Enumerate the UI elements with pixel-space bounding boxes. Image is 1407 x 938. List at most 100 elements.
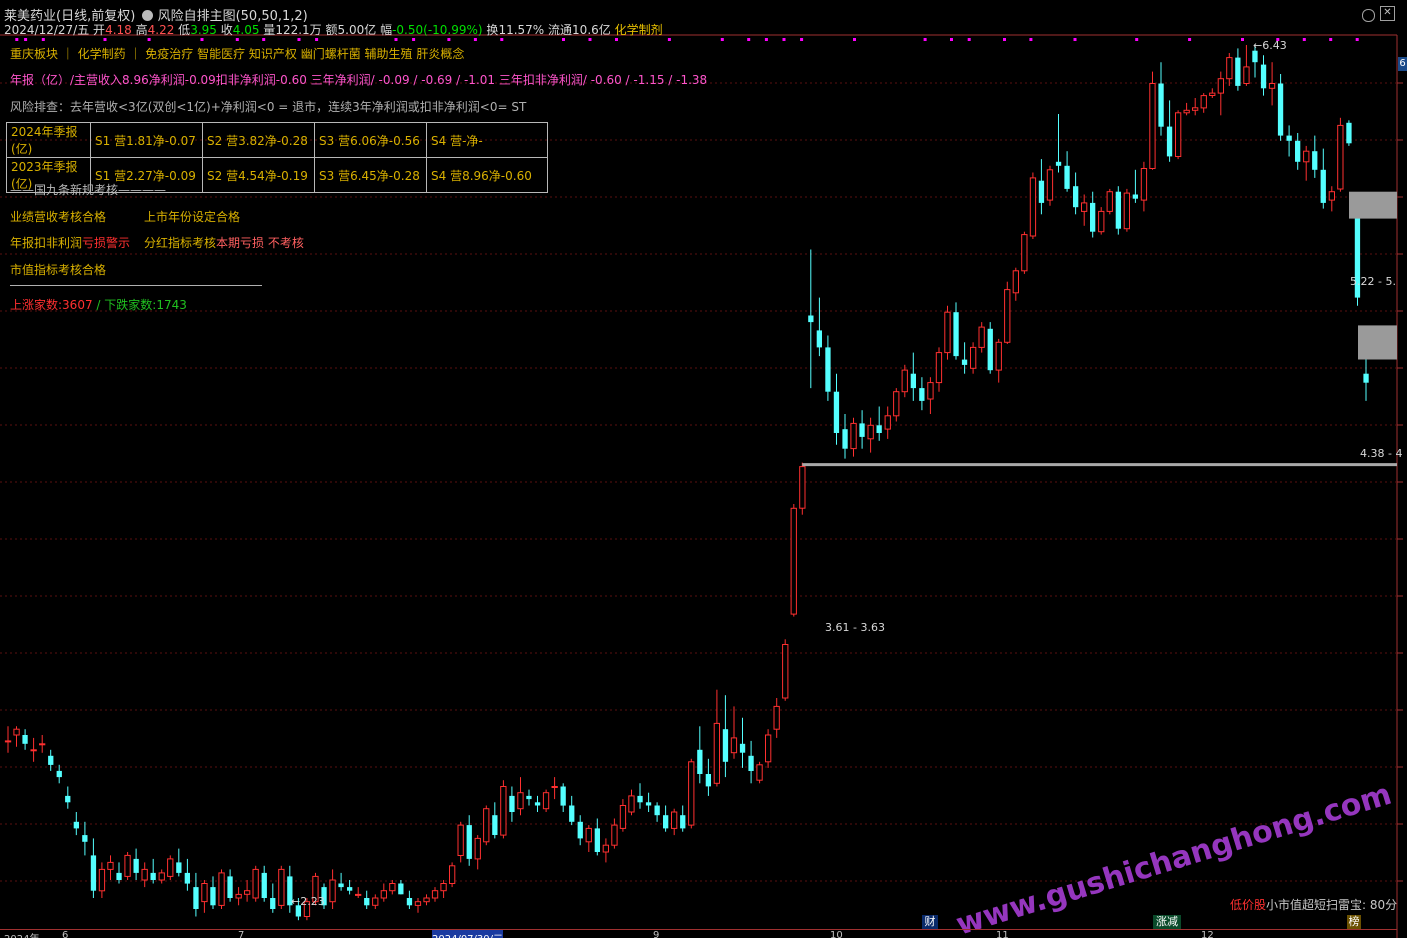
- candle: [1209, 92, 1216, 96]
- signal-dot: [1302, 38, 1306, 41]
- candle: [782, 644, 789, 699]
- candle: [1286, 135, 1292, 141]
- candle: [380, 890, 388, 899]
- signal-dot: [967, 38, 971, 41]
- candle: [1363, 373, 1369, 383]
- high-label: 高: [135, 23, 148, 37]
- signal-dot: [1188, 38, 1192, 41]
- candle: [1328, 191, 1335, 201]
- candle: [688, 761, 695, 826]
- candle: [542, 792, 550, 810]
- close-value: 4.05: [232, 23, 260, 37]
- table-cell: S3 营6.45净-0.28: [314, 157, 427, 193]
- close-icon[interactable]: ✕: [1380, 6, 1395, 21]
- candle: [389, 883, 396, 892]
- divider: [10, 285, 262, 286]
- concept-tags[interactable]: 重庆板块 ｜ 化学制药 ｜ 免疫治疗 智能医疗 知识产权 幽门螺杆菌 辅助生殖 …: [10, 45, 464, 62]
- table-cell: S4 营8.96净-0.60: [426, 157, 548, 193]
- candle: [526, 795, 532, 800]
- candle: [842, 429, 848, 449]
- high-price-label: ←6.43: [1253, 39, 1287, 52]
- settings-icon[interactable]: [1362, 9, 1375, 22]
- candle: [466, 825, 472, 859]
- signal-dot: [1003, 38, 1006, 41]
- candle: [935, 352, 943, 384]
- candle: [141, 868, 148, 881]
- candle: [790, 507, 797, 615]
- candle: [680, 815, 686, 829]
- date-tick-selected[interactable]: 2024/07/30/二: [432, 930, 504, 938]
- candle: [919, 388, 925, 401]
- candle: [116, 872, 122, 880]
- candle: [611, 824, 618, 846]
- candle: [594, 828, 600, 852]
- candle: [13, 728, 20, 736]
- signal-dot: [447, 38, 451, 41]
- candle: [483, 808, 490, 843]
- signal-dot: [1029, 38, 1033, 41]
- candle: [406, 898, 413, 906]
- turnover-label: 换: [486, 23, 499, 37]
- indicator-icon[interactable]: [142, 10, 154, 21]
- candle: [1055, 161, 1062, 166]
- holding-change-tag[interactable]: 涨减: [1153, 915, 1181, 929]
- candle: [176, 862, 182, 873]
- candle: [252, 868, 259, 899]
- candle: [56, 770, 62, 778]
- watermark: www.gushichanghong.com: [952, 777, 1395, 938]
- signal-dot: [667, 38, 671, 41]
- market-breadth: 上涨家数:3607 / 下跌家数:1743: [10, 296, 187, 313]
- candle: [569, 805, 575, 822]
- signal-dot: [950, 38, 953, 41]
- candle: [329, 879, 336, 903]
- candle: [73, 821, 79, 829]
- candle: [431, 890, 439, 899]
- candle: [748, 755, 754, 771]
- candle: [765, 734, 772, 763]
- low-value: 3.95: [190, 23, 217, 37]
- quote-date: 2024/12/27/五: [4, 23, 90, 37]
- candle: [867, 424, 874, 440]
- candle: [278, 868, 285, 906]
- candle: [1320, 169, 1326, 203]
- signal-dot: [200, 38, 204, 41]
- candle: [585, 827, 592, 843]
- candle: [961, 359, 968, 365]
- finance-tag[interactable]: 财: [922, 915, 938, 929]
- change-label: 幅: [380, 23, 393, 37]
- candle: [637, 795, 643, 803]
- watermark-text: www.gushichanghong.com: [952, 777, 1395, 938]
- candle: [1004, 289, 1011, 343]
- signal-dot: [764, 38, 768, 41]
- signal-dot: [1355, 38, 1359, 41]
- candle: [1243, 66, 1250, 85]
- candle: [500, 786, 507, 836]
- candle: [773, 705, 780, 730]
- candle: [90, 855, 97, 891]
- ranking-tag[interactable]: 榜: [1347, 915, 1361, 929]
- candle: [364, 898, 370, 906]
- signal-dot: [500, 38, 504, 41]
- industry-tag[interactable]: 化学制剂: [615, 23, 663, 37]
- change-value: -0.50(-10.99%): [392, 23, 483, 37]
- candle: [210, 887, 216, 906]
- candle: [1090, 202, 1096, 232]
- candle: [884, 415, 891, 430]
- candle: [1046, 169, 1054, 201]
- candle: [193, 887, 199, 909]
- zone-label-3: 3.61 - 3.63: [825, 621, 885, 634]
- candle: [893, 391, 900, 417]
- turnover-value: 11.57%: [498, 23, 545, 37]
- candle: [1073, 186, 1079, 208]
- candle: [517, 792, 524, 810]
- candle: [663, 815, 669, 829]
- listing-check: 上市年份设定合格: [144, 210, 241, 224]
- scanner-red: 低价股: [1230, 898, 1267, 912]
- signal-dot: [41, 38, 45, 41]
- candle: [235, 893, 242, 899]
- candle: [995, 341, 1002, 371]
- candle: [859, 423, 865, 437]
- signal-dot: [562, 38, 565, 41]
- date-tick: 12: [1201, 930, 1214, 938]
- date-tick: 6: [62, 930, 69, 938]
